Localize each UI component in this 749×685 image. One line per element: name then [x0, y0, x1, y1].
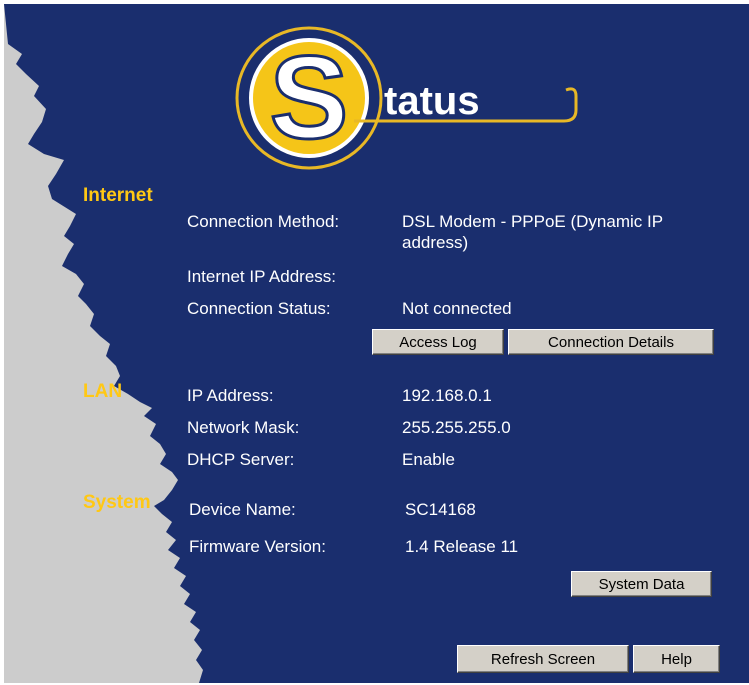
status-logo: S tatus: [235, 26, 578, 170]
logo-text: tatus: [384, 79, 480, 123]
status-panel: S tatus Internet Connection Method: DSL …: [4, 4, 749, 683]
connection-method-value: DSL Modem - PPPoE (Dynamic IP address): [402, 212, 663, 252]
dhcp-server-value: Enable: [402, 450, 455, 469]
connection-status-value: Not connected: [402, 299, 512, 318]
dhcp-server-label: DHCP Server:: [187, 450, 295, 469]
internet-heading: Internet: [83, 185, 153, 206]
lan-heading: LAN: [83, 381, 123, 402]
lan-ip-label: IP Address:: [187, 386, 274, 405]
device-name-value: SC14168: [405, 500, 476, 519]
network-mask-label: Network Mask:: [187, 418, 300, 437]
system-heading: System: [83, 492, 151, 513]
help-button[interactable]: Help: [633, 645, 720, 673]
connection-details-button[interactable]: Connection Details: [508, 329, 714, 355]
internet-ip-label: Internet IP Address:: [187, 267, 336, 286]
refresh-screen-button[interactable]: Refresh Screen: [457, 645, 629, 673]
connection-status-label: Connection Status:: [187, 299, 331, 318]
firmware-version-label: Firmware Version:: [189, 537, 326, 556]
firmware-version-value: 1.4 Release 11: [405, 537, 519, 556]
lan-ip-value: 192.168.0.1: [402, 386, 492, 405]
logo-letter: S: [270, 32, 349, 164]
system-data-button[interactable]: System Data: [571, 571, 712, 597]
connection-method-label: Connection Method:: [187, 212, 340, 231]
access-log-button[interactable]: Access Log: [372, 329, 504, 355]
network-mask-value: 255.255.255.0: [402, 418, 511, 437]
device-name-label: Device Name:: [189, 500, 296, 519]
torn-paper-edge: [4, 4, 203, 683]
